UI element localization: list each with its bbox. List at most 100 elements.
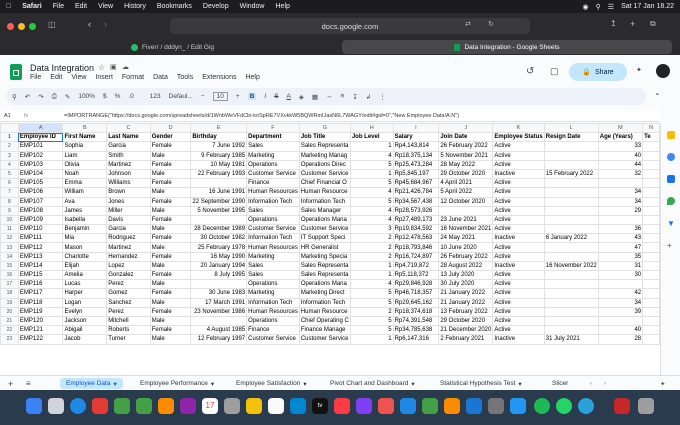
sheets-logo-icon[interactable] (10, 64, 22, 80)
cell[interactable]: Rp4,719,872 (392, 260, 440, 272)
cell[interactable]: 15 February 2022 (543, 168, 599, 180)
formula-input[interactable]: =IMPORTRANGE("https://docs.google.com/sp… (64, 113, 459, 119)
row-number[interactable]: 14 (0, 251, 19, 262)
cell[interactable]: 36 (597, 224, 644, 235)
trash-icon[interactable] (638, 398, 654, 414)
cell[interactable]: Gonzalez (106, 269, 151, 281)
appletv-icon[interactable]: tv (312, 398, 328, 414)
cell[interactable]: 29 October 2020 (438, 315, 494, 327)
tasks-icon[interactable] (667, 153, 675, 161)
cell[interactable]: Female (149, 233, 192, 244)
cell[interactable]: Active (492, 150, 545, 161)
cell[interactable]: Davis (106, 214, 151, 226)
cell[interactable] (543, 214, 599, 226)
cell[interactable]: 5 (349, 196, 394, 207)
forward-icon[interactable]: › (104, 19, 107, 29)
spreadsheet-grid[interactable]: ABCDEFGHIJKLMN 1 Employee ID First Name Las… (0, 123, 660, 375)
cell[interactable] (543, 196, 599, 207)
cell[interactable]: Benjamin (62, 224, 108, 235)
cell[interactable]: Operations (246, 279, 300, 290)
cell[interactable]: Gomez (106, 288, 151, 299)
cell[interactable]: James (62, 205, 108, 216)
cell[interactable] (597, 214, 644, 226)
tab-fiverr[interactable]: Fiverr / dddyn_ / Edit Gig (10, 40, 335, 54)
cell[interactable]: IT Support Speci (298, 233, 351, 244)
cell[interactable]: EMP121 (17, 325, 64, 336)
cell[interactable]: Rp16,724,897 (392, 251, 440, 262)
translate-icon[interactable]: ⇄ (465, 20, 471, 28)
cell[interactable]: Miller (106, 205, 151, 216)
cell[interactable]: Information Tech (246, 233, 300, 244)
cell[interactable]: Inactive (492, 233, 545, 244)
cell[interactable]: Information Tech (246, 297, 300, 308)
gemini-icon[interactable]: ✦ (636, 66, 642, 74)
row-number[interactable]: 22 (0, 325, 19, 336)
cell[interactable]: Department (246, 132, 300, 143)
share-icon[interactable]: ↥ (610, 19, 617, 28)
cell[interactable] (543, 325, 599, 336)
cell[interactable]: Active (492, 306, 545, 317)
cell[interactable]: 5 (349, 297, 394, 308)
menu-history[interactable]: History (124, 3, 146, 10)
cell[interactable]: Smith (106, 150, 151, 161)
row-number[interactable]: 12 (0, 233, 19, 244)
cell[interactable]: 3 (349, 224, 394, 235)
row-number[interactable]: 15 (0, 260, 19, 272)
cell[interactable] (642, 260, 660, 272)
cell[interactable]: 28 December 1989 (190, 224, 248, 235)
cell[interactable]: 1 (349, 141, 394, 152)
cell[interactable]: 5 (349, 288, 394, 299)
cell[interactable]: Rp21,426,784 (392, 187, 440, 198)
column-header[interactable]: C (106, 123, 151, 134)
cell[interactable]: 17 March 1991 (190, 297, 248, 308)
paint-format-icon[interactable]: ✎ (65, 93, 70, 101)
photos-icon[interactable] (158, 398, 174, 414)
menu-format[interactable]: Format (122, 74, 144, 81)
cell[interactable]: EMP118 (17, 297, 64, 308)
cell[interactable]: 24 May 2021 (438, 233, 494, 244)
cell[interactable]: Brown (106, 187, 151, 198)
cell[interactable]: Customer Service (298, 168, 351, 180)
font-size-input[interactable]: 10 (212, 92, 228, 101)
all-sheets-icon[interactable]: ≡ (26, 378, 31, 389)
cell[interactable]: EMP120 (17, 315, 64, 327)
cell[interactable]: 34 (597, 297, 644, 308)
tab-overview-icon[interactable]: ⧉ (650, 19, 656, 29)
cell[interactable]: EMP112 (17, 242, 64, 253)
column-header[interactable]: G (298, 123, 351, 134)
cell[interactable] (543, 315, 599, 327)
cell[interactable]: First Name (62, 132, 108, 143)
cell[interactable]: Finance Manage (298, 325, 351, 336)
cloud-icon[interactable]: ☁ (122, 63, 129, 71)
cell[interactable]: Active (492, 279, 545, 290)
cell[interactable]: Noah (62, 168, 108, 180)
cell[interactable]: EMP114 (17, 260, 64, 272)
cell[interactable]: 30 (597, 269, 644, 281)
cell[interactable]: Charlotte (62, 251, 108, 262)
cell[interactable]: Rp34,785,638 (392, 325, 440, 336)
share-button[interactable]: 🔒 Share (569, 63, 627, 81)
menu-help[interactable]: Help (276, 3, 290, 10)
cell[interactable]: Rp18,793,846 (392, 242, 440, 253)
menu-extensions[interactable]: Extensions (202, 74, 236, 81)
cell[interactable]: EMP102 (17, 150, 64, 161)
cell[interactable]: 16 May 1990 (190, 251, 248, 262)
column-header[interactable]: E (190, 123, 248, 134)
zoom-window-button[interactable] (29, 23, 36, 30)
cell[interactable]: Female (149, 269, 192, 281)
cell[interactable] (543, 242, 599, 253)
cell[interactable]: Male (149, 279, 192, 290)
cell[interactable] (642, 150, 660, 161)
cell[interactable]: 47 (597, 242, 644, 253)
star-icon[interactable]: ☆ (98, 63, 105, 72)
cell[interactable]: Sales (246, 205, 300, 216)
cell[interactable]: Rp46,718,357 (392, 288, 440, 299)
more-formats-button[interactable]: 123 (150, 93, 161, 100)
cell[interactable]: Rp6,147,316 (392, 334, 440, 345)
cell[interactable] (438, 205, 494, 216)
column-header[interactable]: A (17, 123, 64, 134)
cell[interactable]: 10 May 1981 (190, 159, 248, 170)
merge-icon[interactable]: ↔ (326, 93, 333, 100)
cell[interactable]: 22 September 1990 (190, 196, 248, 207)
cell[interactable] (642, 315, 660, 327)
